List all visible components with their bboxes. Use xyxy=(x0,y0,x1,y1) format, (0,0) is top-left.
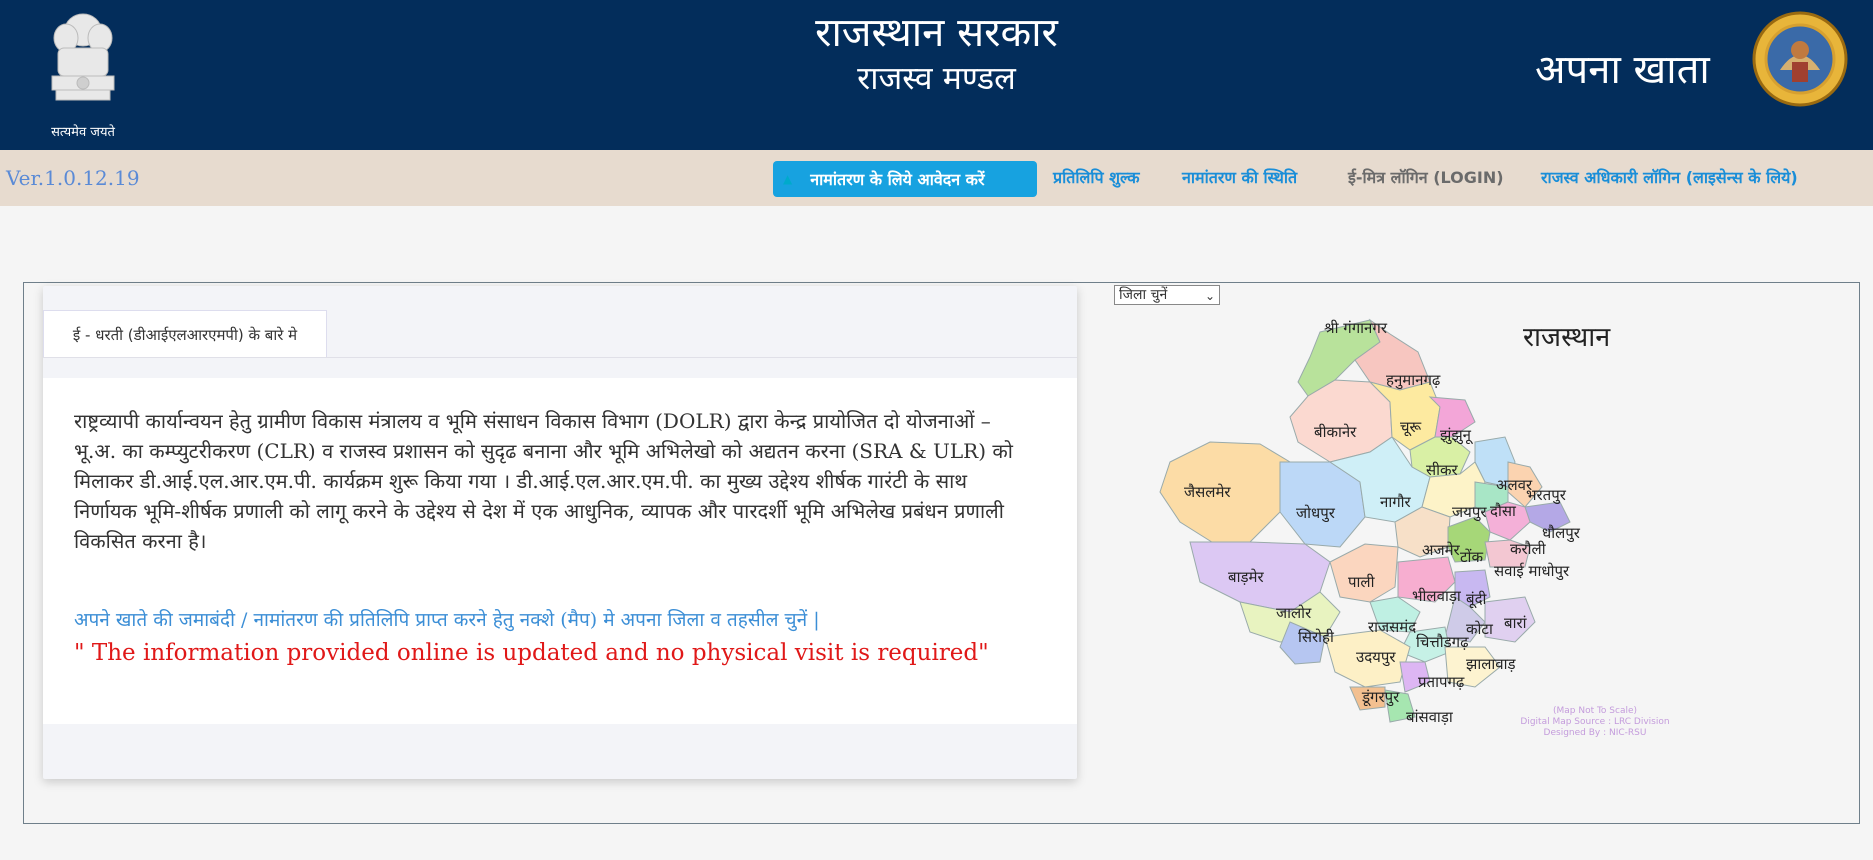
district-label: बीकानेर xyxy=(1314,423,1357,441)
apply-mutation-button[interactable]: ▲ नामांतरण के लिये आवेदन करें xyxy=(773,161,1037,197)
district-label: भरतपुर xyxy=(1526,486,1567,505)
select-district-note: अपने खाते की जमाबंदी / नामांतरण की प्रति… xyxy=(74,609,820,631)
district-label: बांसवाड़ा xyxy=(1406,708,1454,726)
district-label: हनुमानगढ़ xyxy=(1386,371,1441,390)
district-label: राजसमंद xyxy=(1368,618,1417,636)
district-label: पाली xyxy=(1348,573,1376,591)
revenue-officer-login-link[interactable]: राजस्व अधिकारी लॉगिन (लाइसेन्स के लिये) xyxy=(1541,166,1798,188)
district-label: नागौर xyxy=(1380,493,1412,511)
info-card: ई - धरती (डीआईएलआरएमपी) के बारे मे राष्ट… xyxy=(43,286,1077,779)
top-navbar: Ver.1.0.12.19 ▲ नामांतरण के लिये आवेदन क… xyxy=(0,150,1873,206)
map-credit-line: (Map Not To Scale) xyxy=(1552,706,1638,716)
district-label: प्रतापगढ़ xyxy=(1418,673,1465,691)
mutation-status-link[interactable]: नामांतरण की स्थिति xyxy=(1182,166,1297,188)
district-label: चूरू xyxy=(1400,418,1422,437)
version-label: Ver.1.0.12.19 xyxy=(6,166,140,190)
district-label: डूंगरपुर xyxy=(1361,688,1400,707)
app-name: अपना खाता xyxy=(1535,47,1710,93)
district-label: झालावाड़ xyxy=(1466,655,1517,673)
district-label: कोटा xyxy=(1466,620,1494,638)
about-paragraph: राष्ट्रव्यापी कार्यान्वयन हेतु ग्रामीण व… xyxy=(74,409,1013,553)
district-label: सिरोही xyxy=(1298,628,1335,646)
apply-mutation-label: नामांतरण के लिये आवेदन करें xyxy=(810,170,985,189)
no-visit-required-notice: " The information provided online is upd… xyxy=(74,640,989,666)
map-credit-line: Digital Map Source : LRC Division xyxy=(1520,717,1670,727)
district-label: दौसा xyxy=(1490,502,1517,520)
copy-fee-link[interactable]: प्रतिलिपि शुल्क xyxy=(1053,166,1140,188)
district-label: झुंझुनू xyxy=(1440,426,1473,445)
rajasthan-district-map[interactable]: श्री गंगानगर हनुमानगढ़ बीकानेर चूरू झुंझ… xyxy=(1130,312,1690,742)
district-label: चित्तौडगढ़ xyxy=(1416,633,1469,651)
emitra-login-link[interactable]: ई-मित्र लॉगिन (LOGIN) xyxy=(1348,166,1504,188)
district-label: श्री गंगानगर xyxy=(1324,319,1388,337)
district-label: उदयपुर xyxy=(1356,648,1396,667)
map-credit-line: Designed By : NIC-RSU xyxy=(1543,728,1647,738)
district-label: बाड़मेर xyxy=(1228,568,1264,586)
tab-about-edharti[interactable]: ई - धरती (डीआईएलआरएमपी) के बारे मे xyxy=(43,310,327,358)
district-label: सीकर xyxy=(1426,461,1459,479)
site-header: सत्यमेव जयते राजस्थान सरकार राजस्व मण्डल… xyxy=(0,0,1873,150)
district-label: जोधपुर xyxy=(1296,504,1336,523)
info-card-body: राष्ट्रव्यापी कार्यान्वयन हेतु ग्रामीण व… xyxy=(43,378,1077,724)
emblem-motto: सत्यमेव जयते xyxy=(51,125,115,140)
district-select-value: जिला चुनें xyxy=(1119,287,1168,303)
triangle-icon: ▲ xyxy=(783,172,793,186)
district-label: भीलवाड़ा xyxy=(1412,587,1462,605)
district-label: अजमेर xyxy=(1422,541,1461,559)
map-credit: (Map Not To Scale) Digital Map Source : … xyxy=(1520,706,1670,739)
board-of-revenue-seal-icon xyxy=(1752,10,1848,108)
district-label: जालोर xyxy=(1276,604,1312,622)
district-label: बारां xyxy=(1504,614,1528,632)
district-label: धौलपुर xyxy=(1542,524,1581,543)
district-select[interactable]: जिला चुनें ⌄ xyxy=(1114,285,1220,305)
district-label: सवाई माधोपुर xyxy=(1494,562,1570,581)
district-label: टोंक xyxy=(1460,548,1483,566)
chevron-down-icon: ⌄ xyxy=(1204,289,1215,303)
district-label: करौली xyxy=(1510,540,1547,558)
tab-divider xyxy=(43,357,1077,358)
district-label: जैसलमेर xyxy=(1184,483,1231,501)
district-label: बूंदी xyxy=(1466,590,1488,609)
district-label: जयपुर xyxy=(1452,503,1487,522)
